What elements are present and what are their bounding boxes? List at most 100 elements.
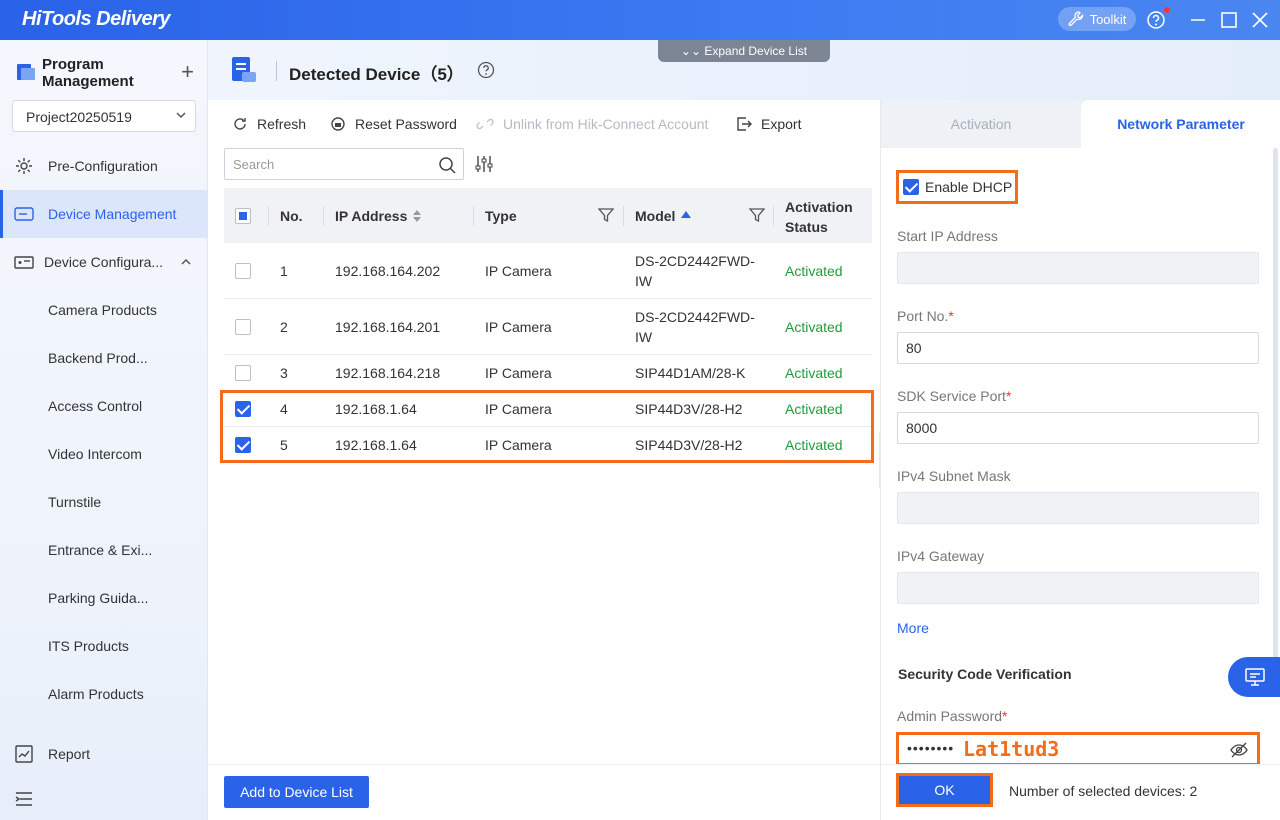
search-icon[interactable] xyxy=(437,155,457,175)
add-project-icon[interactable]: + xyxy=(181,61,194,83)
table-row[interactable]: 5 192.168.1.64 IP Camera SIP44D3V/28-H2 … xyxy=(224,427,872,463)
start-ip-field xyxy=(897,252,1259,284)
tab-activation[interactable]: Activation xyxy=(881,100,1081,148)
admin-password-label-text: Admin Password xyxy=(897,708,1003,724)
sidebar-item-label: Device Management xyxy=(48,206,177,222)
cell-no: 5 xyxy=(280,437,288,453)
row-checkbox[interactable] xyxy=(235,263,251,279)
page-header: Detected Device（5） ⌄⌄ Expand Device List xyxy=(208,40,1280,100)
eye-hidden-icon[interactable] xyxy=(1229,740,1249,760)
password-annotation: Lat1tud3 xyxy=(963,737,1060,761)
header-activation-line2: Status xyxy=(785,219,828,235)
refresh-button[interactable]: Refresh xyxy=(232,116,306,132)
sidebar-item-access-control[interactable]: Access Control xyxy=(0,382,208,430)
project-select[interactable]: Project20250519 xyxy=(12,100,196,132)
expand-device-list-button[interactable]: ⌄⌄ Expand Device List xyxy=(658,40,830,62)
reset-password-button[interactable]: Reset Password xyxy=(330,116,457,132)
device-config-icon xyxy=(14,256,34,269)
maximize-icon[interactable] xyxy=(1217,8,1241,32)
sidebar-item-label: Entrance & Exi... xyxy=(48,542,153,558)
sidebar-item-backend-products[interactable]: Backend Prod... xyxy=(0,334,208,382)
app-logo: HiTools Delivery xyxy=(22,8,170,30)
title-bar: HiTools Delivery Toolkit xyxy=(0,0,1280,40)
help-circle-icon[interactable] xyxy=(477,61,495,79)
sidebar-item-pre-configuration[interactable]: Pre-Configuration xyxy=(0,142,208,190)
sidebar-item-label: Video Intercom xyxy=(48,446,142,462)
network-parameter-panel: Activation Network Parameter Enable DHCP… xyxy=(880,100,1280,820)
cell-model: SIP44D1AM/28-K xyxy=(635,365,746,381)
enable-dhcp-checkbox[interactable]: Enable DHCP xyxy=(896,170,1018,204)
row-checkbox[interactable] xyxy=(235,401,251,417)
header-model[interactable]: Model xyxy=(635,188,692,243)
program-management-icon xyxy=(17,64,35,80)
cell-model-line2: IW xyxy=(635,273,653,289)
minimize-icon[interactable] xyxy=(1186,8,1210,32)
cell-model: DS-2CD2442FWD- IW xyxy=(635,307,755,347)
sidebar-item-label: Access Control xyxy=(48,398,143,414)
filter-icon[interactable] xyxy=(749,207,765,223)
table-row[interactable]: 4 192.168.1.64 IP Camera SIP44D3V/28-H2 … xyxy=(224,391,872,427)
table-row[interactable]: 3 192.168.164.218 IP Camera SIP44D1AM/28… xyxy=(224,355,872,391)
sidebar-item-report[interactable]: Report xyxy=(0,730,208,778)
toolkit-button[interactable]: Toolkit xyxy=(1058,7,1136,31)
program-management-title: Program Management xyxy=(42,56,134,90)
filter-icon[interactable] xyxy=(598,207,614,223)
row-checkbox[interactable] xyxy=(235,437,251,453)
chevron-down-icon xyxy=(176,112,186,119)
required-mark: * xyxy=(948,308,954,324)
export-button[interactable]: Export xyxy=(736,116,801,132)
sidebar-item-label: Alarm Products xyxy=(48,686,144,702)
more-link[interactable]: More xyxy=(897,620,929,636)
row-checkbox[interactable] xyxy=(235,365,251,381)
enable-dhcp-label: Enable DHCP xyxy=(925,179,1013,195)
notification-dot xyxy=(1164,7,1170,13)
header-activation-line1: Activation xyxy=(785,199,853,215)
table-row[interactable]: 1 192.168.164.202 IP Camera DS-2CD2442FW… xyxy=(224,243,872,299)
add-to-device-list-button[interactable]: Add to Device List xyxy=(224,776,369,808)
collapse-menu-icon[interactable] xyxy=(14,790,34,808)
project-select-value: Project20250519 xyxy=(26,109,132,125)
export-label: Export xyxy=(761,116,802,132)
refresh-label: Refresh xyxy=(257,116,307,132)
tab-network-parameter[interactable]: Network Parameter xyxy=(1081,100,1280,148)
sidebar-item-camera-products[interactable]: Camera Products xyxy=(0,286,208,334)
sidebar-item-turnstile[interactable]: Turnstile xyxy=(0,478,208,526)
reset-password-label: Reset Password xyxy=(355,116,457,132)
sidebar-item-entrance-exit[interactable]: Entrance & Exi... xyxy=(0,526,208,574)
sidebar-item-device-configuration[interactable]: Device Configura... xyxy=(0,238,208,286)
close-icon[interactable] xyxy=(1248,8,1272,32)
ok-button[interactable]: OK xyxy=(896,773,993,807)
cell-model: DS-2CD2442FWD- IW xyxy=(635,251,755,291)
filter-settings-icon[interactable] xyxy=(474,154,494,174)
dhcp-checkbox[interactable] xyxy=(903,179,919,195)
password-dots: •••••••• xyxy=(907,740,955,756)
admin-password-field[interactable]: •••••••• Lat1tud3 xyxy=(896,732,1260,766)
table-row[interactable]: 2 192.168.164.201 IP Camera DS-2CD2442FW… xyxy=(224,299,872,355)
sidebar-item-alarm-products[interactable]: Alarm Products xyxy=(0,670,208,718)
unlink-hik-connect-button[interactable]: Unlink from Hik-Connect Account xyxy=(476,116,708,132)
header-ip-address[interactable]: IP Address xyxy=(335,188,422,243)
row-checkbox[interactable] xyxy=(235,319,251,335)
gateway-field xyxy=(897,572,1259,604)
floating-monitor-button[interactable] xyxy=(1228,657,1280,697)
sidebar-item-parking-guidance[interactable]: Parking Guida... xyxy=(0,574,208,622)
port-field[interactable]: 80 xyxy=(897,332,1259,364)
column-separator xyxy=(773,206,774,226)
start-ip-label: Start IP Address xyxy=(897,228,998,244)
cell-ip: 192.168.164.218 xyxy=(335,365,441,381)
header-model-label: Model xyxy=(635,207,676,224)
sort-asc-icon xyxy=(681,210,692,218)
cell-no: 4 xyxy=(280,401,288,417)
panel-scrollbar[interactable] xyxy=(1273,148,1278,668)
sidebar-item-video-intercom[interactable]: Video Intercom xyxy=(0,430,208,478)
sidebar-item-device-management[interactable]: Device Management xyxy=(0,190,208,238)
sidebar-item-its-products[interactable]: ITS Products xyxy=(0,622,208,670)
sdk-port-field[interactable]: 8000 xyxy=(897,412,1259,444)
search-input[interactable]: Search xyxy=(224,148,464,180)
detected-device-icon xyxy=(232,57,256,82)
wrench-icon xyxy=(1068,11,1083,26)
sidebar-item-label: Report xyxy=(48,746,91,762)
cell-type: IP Camera xyxy=(485,401,552,417)
report-icon xyxy=(15,745,33,763)
select-all-checkbox[interactable] xyxy=(235,208,251,224)
